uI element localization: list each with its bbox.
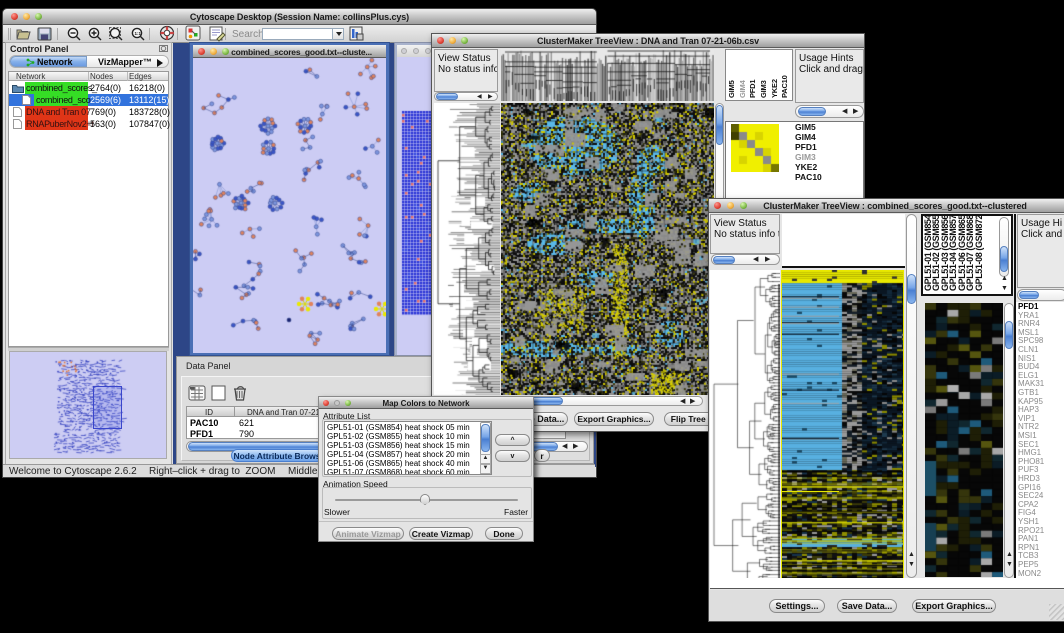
svg-text:1:1: 1:1 — [135, 31, 142, 36]
